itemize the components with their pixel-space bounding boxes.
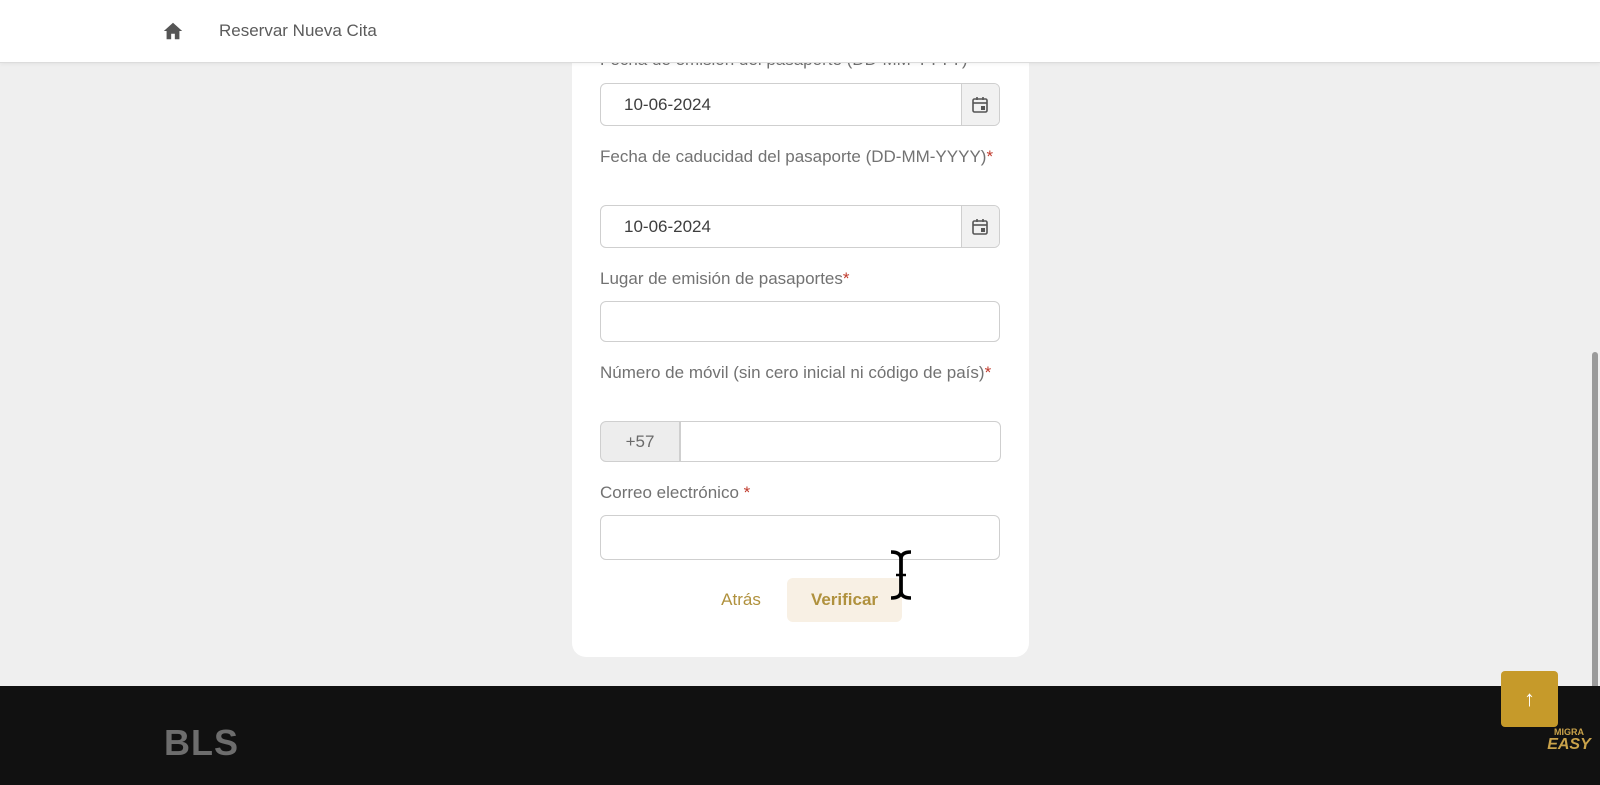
issue-date-input[interactable]: 10-06-2024 [600,83,1000,126]
expiry-date-calendar-button[interactable] [961,206,999,247]
page-title[interactable]: Reservar Nueva Cita [219,21,377,41]
footer: BLS [0,686,1600,785]
email-input[interactable] [600,515,1000,560]
home-icon[interactable] [162,20,184,42]
calendar-icon [972,97,988,113]
calendar-icon [972,219,988,235]
required-mark: * [842,269,850,288]
mobile-input[interactable] [680,421,1001,462]
expiry-date-value: 10-06-2024 [624,217,711,236]
watermark-bottom-text: EASY [1547,736,1591,753]
bls-logo: BLS [164,722,239,763]
issue-place-label-text: Lugar de emisión de pasaportes [600,269,843,288]
scroll-to-top-button[interactable]: ↑ [1501,671,1558,727]
mobile-label: Número de móvil (sin cero inicial ni cód… [600,360,1000,386]
issue-place-input[interactable] [600,301,1000,342]
expiry-date-label: Fecha de caducidad del pasaporte (DD-MM-… [600,144,1000,170]
required-mark: * [743,483,751,502]
mobile-label-text: Número de móvil (sin cero inicial ni cód… [600,363,985,382]
expiry-date-label-text: Fecha de caducidad del pasaporte (DD-MM-… [600,147,987,166]
issue-date-value: 10-06-2024 [624,95,711,114]
back-button[interactable]: Atrás [705,578,777,622]
scrollbar-thumb[interactable] [1592,352,1598,694]
verify-button[interactable]: Verificar [787,578,902,622]
country-code-prefix: +57 [600,421,680,462]
required-mark: * [984,363,992,382]
email-label-text: Correo electrónico [600,483,744,502]
email-label: Correo electrónico * [600,480,1000,506]
required-mark: * [986,147,994,166]
migra-easy-watermark: MIGRA EASY [1544,728,1594,753]
expiry-date-input[interactable]: 10-06-2024 [600,205,1000,248]
issue-place-label: Lugar de emisión de pasaportes* [600,266,1000,292]
issue-date-calendar-button[interactable] [961,84,999,125]
text-cursor-icon [890,550,912,600]
form-card [572,40,1029,657]
top-navbar: Reservar Nueva Cita [0,0,1600,63]
arrow-up-icon: ↑ [1524,686,1535,711]
